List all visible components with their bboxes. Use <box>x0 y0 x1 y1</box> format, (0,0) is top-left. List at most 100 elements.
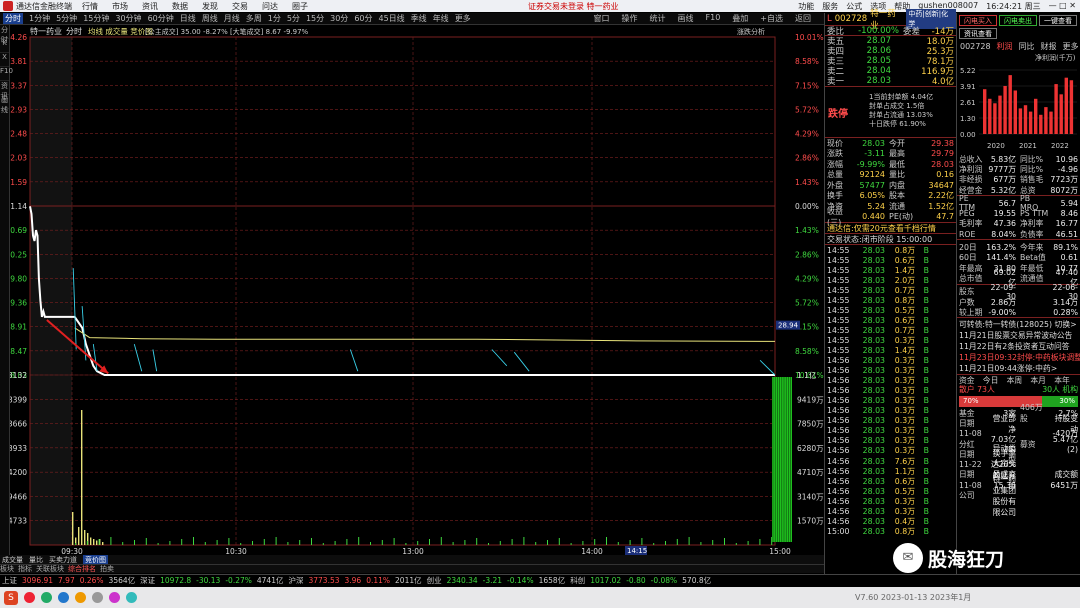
menu-right-item[interactable]: 服务 <box>822 1 838 12</box>
menu-item[interactable]: 圈子 <box>292 1 308 12</box>
indicator-tab[interactable]: 量比 <box>29 555 43 565</box>
left-tool-button[interactable]: 分时 <box>0 25 9 44</box>
volume-bar <box>476 538 478 545</box>
period-tab[interactable]: 分时 <box>3 13 23 24</box>
index-name[interactable]: 科创 <box>570 575 585 586</box>
period-tab[interactable]: 季线 <box>411 13 427 24</box>
tray-icon[interactable] <box>24 592 35 603</box>
period-tab[interactable]: 5分 <box>287 13 300 24</box>
tick-list[interactable]: 14:55 28.03 0.8万 B 14:55 28.03 0.6万 B 14:55 28.03… <box>825 244 956 536</box>
period-tab[interactable]: 60分钟 <box>148 13 174 24</box>
tray-icon[interactable] <box>109 592 120 603</box>
chart-tool-button[interactable]: 叠加 <box>732 13 748 24</box>
menu-item[interactable]: 数据 <box>172 1 188 12</box>
chart-svg[interactable]: 34.26 10.01%33.81 8.58%33.37 7.15%32.93 5.72… <box>0 25 824 556</box>
fund-row: PE TTM 56.7 PB MRQ 5.94 <box>957 194 1080 212</box>
tick-time: 14:55 <box>827 325 850 335</box>
fund-tab[interactable]: 同比 <box>1019 41 1035 52</box>
volume-bar <box>676 539 678 545</box>
lower-tab[interactable]: 关联板块 <box>36 564 64 574</box>
chart-tag: 分时 <box>66 26 82 36</box>
menu-right-item[interactable]: 公式 <box>846 1 862 12</box>
period-tab[interactable]: 45日线 <box>379 13 405 24</box>
period-tab[interactable]: 年线 <box>433 13 449 24</box>
tray-icon[interactable] <box>41 592 52 603</box>
fund-tab[interactable]: 利润 <box>997 41 1013 52</box>
chart-tool-button[interactable]: +自选 <box>760 13 783 24</box>
quick-trade-button[interactable]: 一键查看 <box>1039 15 1077 26</box>
period-tab[interactable]: 周线 <box>202 13 218 24</box>
period-tab[interactable]: 15分 <box>306 13 324 24</box>
index-name[interactable]: 沪深 <box>288 575 303 586</box>
period-tab[interactable]: 更多 <box>455 13 471 24</box>
quick-trade-button[interactable]: 资讯查看 <box>959 28 997 39</box>
chart-tool-button[interactable]: F10 <box>706 13 721 24</box>
news-item[interactable]: 11月23日09:32封停:中药板块调整 <box>957 352 1080 363</box>
fund-tab[interactable]: 002728 <box>960 42 991 51</box>
tick-row: 14:56 28.03 0.3万 B <box>825 496 956 506</box>
chart-tool-button[interactable]: 窗口 <box>594 13 610 24</box>
tray-icon[interactable] <box>75 592 86 603</box>
news-item[interactable]: 11月21日09:44涨停:中药> <box>957 363 1080 374</box>
news-item[interactable]: 可转债:特一转债(128025) 切换> <box>957 319 1080 330</box>
period-tab[interactable]: 月线 <box>224 13 240 24</box>
chart-tool-button[interactable]: 画线 <box>678 13 694 24</box>
left-tool-button[interactable]: F10 <box>0 67 13 81</box>
login-notice[interactable]: 证券交易未登录 特一药业 <box>528 1 619 12</box>
left-tool-button[interactable]: X <box>0 53 9 67</box>
volume-bar <box>523 537 525 545</box>
indicator-tab[interactable]: 成交量 <box>2 555 23 565</box>
menu-item[interactable]: 市场 <box>112 1 128 12</box>
lower-tab[interactable]: 指标 <box>18 564 32 574</box>
chart-links[interactable]: 均线 成交量 竞价图 <box>88 26 153 36</box>
tray-icon[interactable] <box>92 592 103 603</box>
volume-bar <box>322 543 324 545</box>
chart-tool-button[interactable]: 返回 <box>795 13 811 24</box>
fund-tab[interactable]: 更多 <box>1063 41 1079 52</box>
ask-row[interactable]: 卖一 28.03 4.0亿 <box>825 76 956 87</box>
fund-tab[interactable]: 财报 <box>1041 41 1057 52</box>
sogou-input-icon[interactable]: S <box>4 590 18 605</box>
ad-banner[interactable]: 通达信:仅需20元查看千档行情 <box>825 222 956 233</box>
pct-axis-label: 2.86% <box>795 250 819 259</box>
left-tool-button[interactable]: 画线 <box>0 95 9 114</box>
indicator-tab[interactable]: 买卖力道 <box>49 555 77 565</box>
period-tab[interactable]: 15分钟 <box>83 13 109 24</box>
fund-label: 公司 <box>959 491 975 501</box>
period-tab[interactable]: 60分 <box>354 13 372 24</box>
menu-item[interactable]: 发现 <box>202 1 218 12</box>
tick-row: 14:55 28.03 0.5万 B <box>825 305 956 315</box>
index-name[interactable]: 上证 <box>2 575 17 586</box>
period-tab[interactable]: 5分钟 <box>56 13 77 24</box>
menu-item[interactable]: 行情 <box>82 1 98 12</box>
chart-header-right[interactable]: 涨跌分析 <box>737 27 765 36</box>
index-name[interactable]: 创业 <box>427 575 442 586</box>
period-tab[interactable]: 1分钟 <box>29 13 50 24</box>
news-item[interactable]: 11月21日股票交易异常波动公告 <box>957 330 1080 341</box>
news-item[interactable]: 11月22日有2条投资者互动问答 <box>957 341 1080 352</box>
menu-item[interactable]: 交易 <box>232 1 248 12</box>
left-tool-button[interactable]: 资讯 <box>0 81 9 100</box>
lower-tab[interactable]: 综合排名 <box>68 564 96 574</box>
quick-trade-button[interactable]: 闪电买入 <box>959 15 997 26</box>
menu-right-item[interactable]: 功能 <box>798 1 814 12</box>
window-controls-icon[interactable]: — □ ✕ <box>1049 1 1076 12</box>
menu-item[interactable]: 资讯 <box>142 1 158 12</box>
period-tab[interactable]: 1分 <box>268 13 281 24</box>
quick-trade-button[interactable]: 闪电卖出 <box>999 15 1037 26</box>
chart-tool-button[interactable]: 统计 <box>650 13 666 24</box>
index-name[interactable]: 深证 <box>140 575 155 586</box>
tray-icon[interactable] <box>58 592 69 603</box>
period-tab[interactable]: 30分 <box>330 13 348 24</box>
indicator-tab[interactable]: 竞价图 <box>83 554 108 565</box>
lower-tab[interactable]: 板块 <box>0 564 14 574</box>
lower-tab[interactable]: 拍卖 <box>100 564 114 574</box>
intraday-chart[interactable]: 34.26 10.01% 33.81 8.58% 33.37 7.15% 32.93 5.72… <box>0 25 824 556</box>
period-tab[interactable]: 日线 <box>180 13 196 24</box>
period-tab[interactable]: 30分钟 <box>115 13 141 24</box>
chart-tool-button[interactable]: 操作 <box>622 13 638 24</box>
period-tab[interactable]: 多周 <box>246 13 262 24</box>
tray-icon[interactable] <box>126 592 137 603</box>
menu-item[interactable]: 问达 <box>262 1 278 12</box>
tick-side: B <box>923 426 929 436</box>
